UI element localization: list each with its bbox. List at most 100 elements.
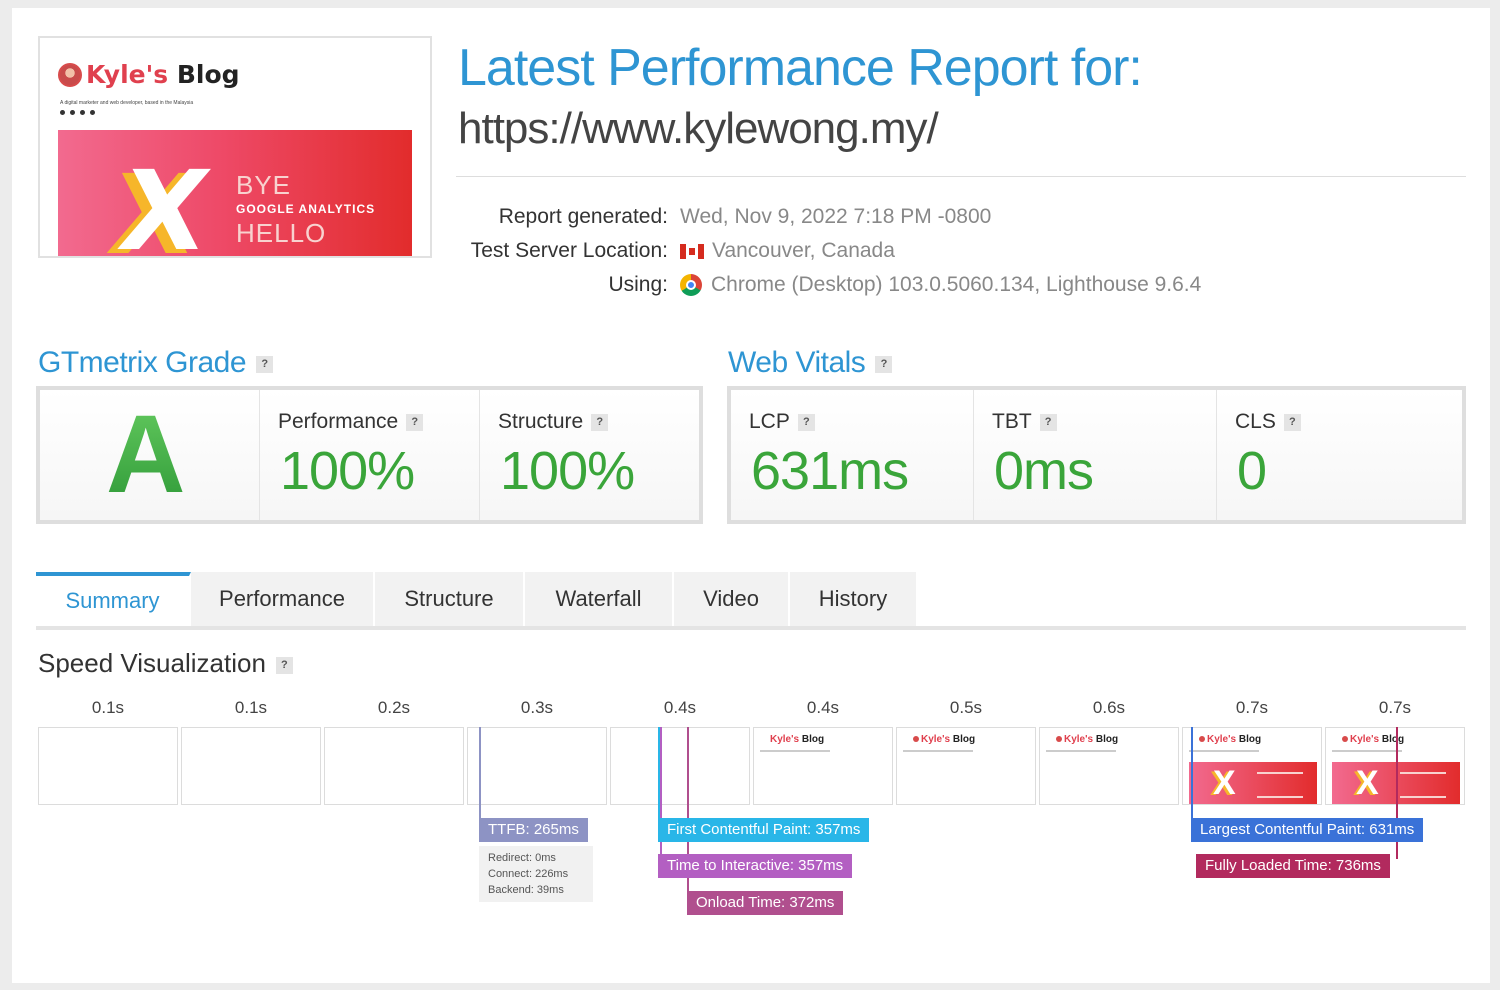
page-screenshot-thumbnail[interactable]: Kyle's Blog A digital marketer and web d… bbox=[38, 36, 432, 258]
cls-label: CLS? bbox=[1235, 410, 1301, 434]
frame-time-label: 0.6s bbox=[1092, 698, 1126, 717]
frame-time-label: 0.7s bbox=[1378, 698, 1412, 717]
help-icon[interactable]: ? bbox=[875, 355, 893, 373]
gtmetrix-grade-heading: GTmetrix Grade? bbox=[38, 346, 274, 380]
tab-summary[interactable]: Summary bbox=[36, 572, 191, 626]
brand-kyle: Kyle's bbox=[1064, 734, 1094, 745]
frame-time-label: 0.5s bbox=[949, 698, 983, 717]
frame-brand: Kyle's Blog bbox=[1342, 734, 1404, 745]
brand-blog: Blog bbox=[176, 60, 240, 89]
meta-label: Report generated: bbox=[498, 205, 668, 228]
brand-kyle: Kyle's bbox=[86, 60, 169, 89]
filmstrip-frame[interactable] bbox=[181, 727, 321, 805]
structure-cell: Structure? 100% bbox=[480, 390, 699, 520]
meta-value: Wed, Nov 9, 2022 7:18 PM -0800 bbox=[680, 205, 991, 229]
brand-blog: Blog bbox=[1381, 734, 1405, 745]
section-title: Speed Visualization bbox=[38, 648, 266, 678]
frame-tagline bbox=[760, 750, 830, 752]
web-vitals-box: LCP? 631ms TBT? 0ms CLS? 0 bbox=[727, 386, 1466, 524]
filmstrip-frame[interactable]: Kyle's Blog bbox=[1325, 727, 1465, 805]
help-icon[interactable]: ? bbox=[406, 413, 424, 431]
performance-score: 100% bbox=[280, 441, 415, 501]
tbt-cell: TBT? 0ms bbox=[974, 390, 1217, 520]
tab-video[interactable]: Video bbox=[674, 572, 790, 626]
label-text: Performance bbox=[278, 410, 399, 433]
label-text: LCP bbox=[749, 410, 790, 433]
avatar-icon bbox=[1199, 736, 1205, 743]
frame-time-label: 0.3s bbox=[520, 698, 554, 717]
frame-time-label: 0.4s bbox=[806, 698, 840, 717]
filmstrip-frame[interactable]: Kyle's Blog bbox=[753, 727, 893, 805]
thumbnail-tagline: A digital marketer and web developer, ba… bbox=[60, 100, 194, 106]
cls-value: 0 bbox=[1237, 441, 1267, 501]
thumbnail-brand: Kyle's Blog bbox=[86, 60, 240, 89]
social-icon bbox=[70, 110, 75, 115]
social-icon bbox=[90, 110, 95, 115]
avatar-icon bbox=[1342, 736, 1348, 743]
filmstrip-frame[interactable]: Kyle's Blog bbox=[1039, 727, 1179, 805]
brand-blog: Blog bbox=[1095, 734, 1119, 745]
redirect-time: Redirect: 0ms bbox=[488, 852, 556, 864]
tab-waterfall[interactable]: Waterfall bbox=[525, 572, 674, 626]
filmstrip-frame[interactable]: Kyle's Blog bbox=[1182, 727, 1322, 805]
help-icon[interactable]: ? bbox=[591, 413, 609, 431]
tab-structure[interactable]: Structure bbox=[375, 572, 525, 626]
help-icon[interactable]: ? bbox=[1283, 413, 1301, 431]
thumbnail-banner: X BYE GOOGLE ANALYTICS HELLO bbox=[58, 130, 412, 256]
frame-time-label: 0.1s bbox=[234, 698, 268, 717]
report-tabs: Summary Performance Structure Waterfall … bbox=[36, 572, 1466, 630]
lcp-label: LCP? bbox=[749, 410, 815, 434]
help-icon[interactable]: ? bbox=[256, 355, 274, 373]
lcp-cell: LCP? 631ms bbox=[731, 390, 974, 520]
frame-tagline bbox=[903, 750, 973, 752]
help-icon[interactable]: ? bbox=[1039, 413, 1057, 431]
lcp-marker-line bbox=[1191, 727, 1193, 823]
backend-time: Backend: 39ms bbox=[488, 884, 564, 896]
frame-time-label: 0.4s bbox=[663, 698, 697, 717]
fcp-marker: First Contentful Paint: 357ms bbox=[658, 818, 870, 842]
filmstrip-frame[interactable] bbox=[38, 727, 178, 805]
performance-label: Performance? bbox=[278, 410, 424, 434]
ttfb-marker-line bbox=[479, 727, 481, 823]
speed-visualization-heading: Speed Visualization? bbox=[38, 648, 293, 679]
web-vitals-heading: Web Vitals? bbox=[728, 346, 893, 380]
tab-performance[interactable]: Performance bbox=[191, 572, 375, 626]
server-location: Vancouver, Canada bbox=[712, 239, 895, 262]
cls-cell: CLS? 0 bbox=[1217, 390, 1462, 520]
brand-kyle: Kyle's bbox=[770, 734, 800, 745]
filmstrip-frame[interactable] bbox=[610, 727, 750, 805]
thumbnail-header: Kyle's Blog bbox=[58, 60, 240, 89]
browser-info: Chrome (Desktop) 103.0.5060.134, Lightho… bbox=[711, 273, 1202, 296]
brand-blog: Blog bbox=[1238, 734, 1262, 745]
social-icon bbox=[60, 110, 65, 115]
structure-label: Structure? bbox=[498, 410, 609, 434]
frame-time-label: 0.2s bbox=[377, 698, 411, 717]
filmstrip-frame[interactable]: Kyle's Blog bbox=[896, 727, 1036, 805]
frame-tagline bbox=[1046, 750, 1116, 752]
frame-brand: Kyle's Blog bbox=[770, 734, 824, 745]
onload-marker: Onload Time: 372ms bbox=[687, 891, 844, 915]
label-text: TBT bbox=[992, 410, 1032, 433]
brand-kyle: Kyle's bbox=[1350, 734, 1380, 745]
report-date: Wed, Nov 9, 2022 7:18 PM -0800 bbox=[680, 205, 992, 228]
filmstrip-frame[interactable] bbox=[324, 727, 464, 805]
brand-blog: Blog bbox=[952, 734, 976, 745]
brand-kyle: Kyle's bbox=[921, 734, 951, 745]
fully-loaded-marker: Fully Loaded Time: 736ms bbox=[1196, 854, 1390, 878]
help-icon[interactable]: ? bbox=[275, 656, 293, 674]
frame-tagline bbox=[1189, 750, 1259, 752]
label-text: CLS bbox=[1235, 410, 1276, 433]
avatar-icon bbox=[1056, 736, 1062, 743]
frame-time-label: 0.7s bbox=[1235, 698, 1269, 717]
chrome-icon bbox=[680, 274, 702, 296]
brand-blog: Blog bbox=[801, 734, 825, 745]
tbt-value: 0ms bbox=[994, 441, 1094, 501]
report-url[interactable]: https://www.kylewong.my/ bbox=[458, 104, 939, 154]
filmstrip-frame[interactable] bbox=[467, 727, 607, 805]
banner-line-1: BYE bbox=[236, 170, 292, 200]
section-title: GTmetrix Grade bbox=[38, 346, 247, 379]
help-icon[interactable]: ? bbox=[797, 413, 815, 431]
tab-history[interactable]: History bbox=[790, 572, 918, 626]
grade-cell: A bbox=[40, 390, 260, 520]
header-divider bbox=[456, 176, 1466, 177]
